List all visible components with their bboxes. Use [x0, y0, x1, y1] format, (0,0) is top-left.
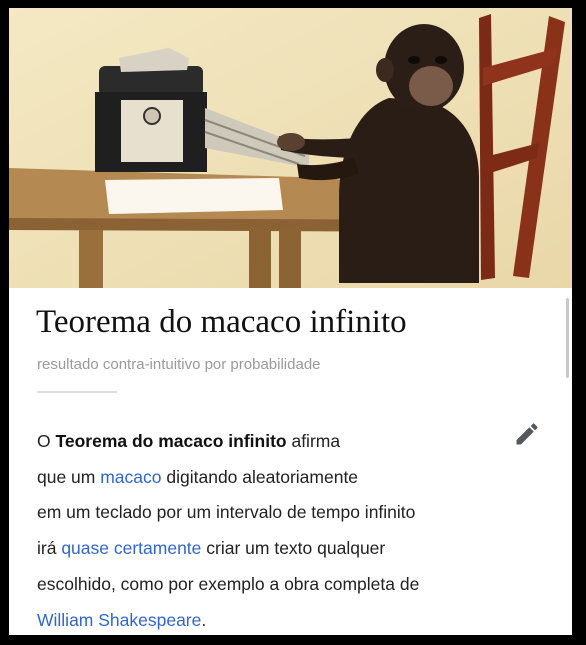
- link-quase-certamente[interactable]: quase certamente: [61, 538, 201, 558]
- title-divider: [37, 391, 117, 393]
- paragraph-line: irá quase certamente criar um texto qual…: [37, 531, 517, 567]
- text-run: irá: [37, 538, 62, 559]
- text-run: que um: [37, 466, 101, 487]
- paragraph-line: O Teorema do macaco infinito afirma: [37, 424, 517, 460]
- text-run: digitando aleatoriamente: [161, 466, 359, 487]
- paragraph-line: escolhido, como por exemplo a obra compl…: [37, 573, 420, 594]
- page-title: Teorema do macaco infinito: [36, 304, 407, 340]
- page-subtitle: resultado contra-intuitivo por probabili…: [37, 356, 321, 373]
- link-william-shakespeare[interactable]: William Shakespeare: [37, 610, 201, 630]
- article-lead-image: [9, 8, 572, 288]
- text-run: criar um texto qualquer: [201, 538, 386, 559]
- link-macaco[interactable]: macaco: [100, 467, 161, 487]
- monkey-typewriter-illustration: [9, 8, 572, 288]
- pencil-icon: [516, 423, 538, 445]
- paragraph-line: que um macaco digitando aleatoriamente: [37, 460, 517, 496]
- bold-term: Teorema do macaco infinito: [55, 431, 287, 451]
- paragraph-line: em um teclado por um intervalo de tempo …: [37, 502, 416, 523]
- text-run: O: [37, 431, 56, 451]
- article-card: Teorema do macaco infinito resultado con…: [9, 8, 572, 635]
- text-run: afirma: [286, 431, 341, 451]
- article-paragraph: O Teorema do macaco infinito afirma que …: [37, 424, 517, 635]
- edit-button[interactable]: [513, 420, 541, 448]
- text-run: .: [201, 609, 207, 630]
- paragraph-line: William Shakespeare.: [37, 603, 517, 635]
- scrollbar[interactable]: [566, 298, 569, 378]
